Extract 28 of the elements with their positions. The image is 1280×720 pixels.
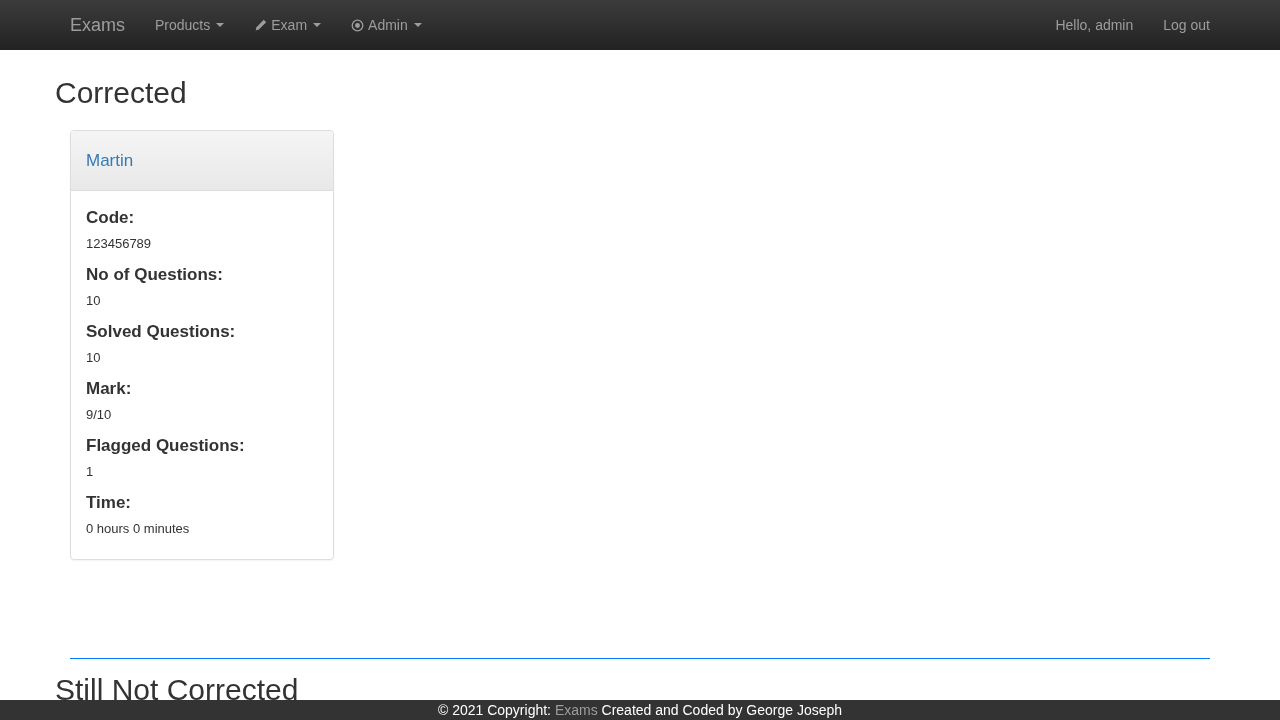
field-value: 10: [86, 292, 102, 310]
section-title: Corrected: [55, 76, 188, 110]
logout-link[interactable]: Log out: [1148, 17, 1225, 33]
caret-icon: [216, 23, 225, 27]
field-value: 0 hours 0 minutes: [86, 520, 191, 538]
greeting-link[interactable]: Hello, admin: [1040, 17, 1149, 33]
field-label: Flagged Questions:: [86, 435, 246, 457]
circle-dot-icon: [351, 18, 365, 32]
section-title: Still Not Corrected: [55, 673, 300, 707]
pencil-icon: [254, 18, 268, 32]
field-label: Solved Questions:: [86, 321, 237, 343]
field-label: No of Questions:: [86, 264, 224, 286]
field-value: 9/10: [86, 406, 113, 424]
field-value: 10: [86, 349, 102, 367]
field-label: Code:: [86, 207, 136, 229]
brand-link[interactable]: Exams: [554, 702, 598, 718]
brand-link[interactable]: Exams: [55, 14, 140, 36]
nav-menu[interactable]: Products: [140, 17, 240, 33]
nav-menu[interactable]: Exam: [239, 17, 337, 33]
field-label: Time:: [86, 492, 133, 514]
student-name-link[interactable]: Martin: [86, 150, 134, 171]
field-label: Mark:: [86, 378, 133, 400]
field-value: 1: [86, 463, 95, 481]
copyright-text: © 2021 Copyright: Exams Created and Coded by George Joseph: [437, 702, 843, 718]
nav-menu[interactable]: Admin: [336, 17, 437, 33]
caret-icon: [413, 23, 422, 27]
field-value: 123456789: [86, 235, 153, 253]
caret-icon: [313, 23, 322, 27]
